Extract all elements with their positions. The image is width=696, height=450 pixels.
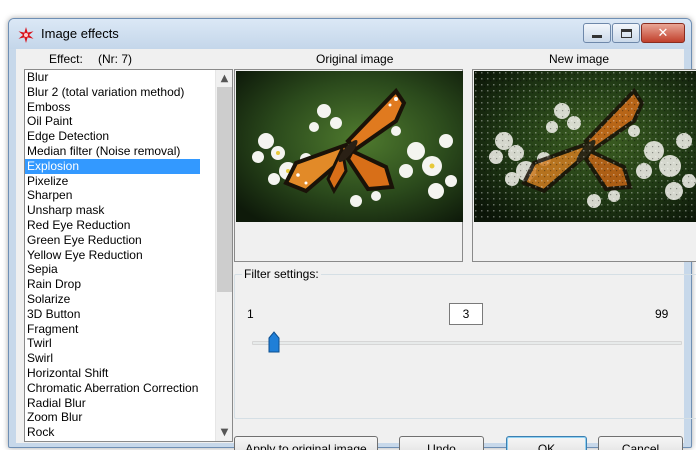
window-title: Image effects <box>41 26 119 41</box>
scroll-up-icon[interactable]: ▲ <box>216 70 232 87</box>
list-item[interactable]: Oil Paint <box>25 114 200 129</box>
list-item[interactable]: Green Eye Reduction <box>25 233 200 248</box>
apply-to-original-button[interactable]: Apply to original image <box>234 436 378 450</box>
cancel-button[interactable]: Cancel <box>598 436 683 450</box>
list-item[interactable]: Yellow Eye Reduction <box>25 248 200 263</box>
ok-button[interactable]: OK <box>506 436 587 450</box>
list-item[interactable]: Solarize <box>25 292 200 307</box>
effect-number: (Nr: 7) <box>98 52 132 66</box>
list-item[interactable]: Unsharp mask <box>25 203 200 218</box>
list-item[interactable]: Red Eye Reduction <box>25 218 200 233</box>
list-item[interactable]: Horizontal Shift <box>25 366 200 381</box>
list-item[interactable]: Zoom Blur <box>25 410 200 425</box>
scrollbar-thumb[interactable] <box>217 87 232 292</box>
filter-slider-track[interactable] <box>252 341 682 345</box>
list-item[interactable]: Explosion <box>25 158 200 174</box>
close-button[interactable]: ✕ <box>641 23 685 43</box>
filter-settings-label: Filter settings: <box>242 267 321 281</box>
list-item[interactable]: Fragment <box>25 322 200 337</box>
new-exploded-image <box>474 71 696 222</box>
list-item[interactable]: Emboss <box>25 100 200 115</box>
filter-value-field[interactable]: 3 <box>449 303 483 325</box>
new-image-frame <box>472 69 696 262</box>
dialog-client-area: Effect: (Nr: 7) Original image New image… <box>16 49 696 450</box>
list-item[interactable]: Rock <box>25 425 200 440</box>
scroll-down-icon[interactable]: ▼ <box>216 424 232 441</box>
red-star-icon <box>18 27 34 43</box>
list-item[interactable]: Chromatic Aberration Correction <box>25 381 200 396</box>
minimize-button[interactable] <box>583 23 611 43</box>
title-bar[interactable]: Image effects ✕ <box>9 19 691 49</box>
new-image-label: New image <box>549 52 610 66</box>
slider-max-label: 99 <box>655 307 669 321</box>
list-item[interactable]: Blur 2 (total variation method) <box>25 85 200 100</box>
original-image-frame <box>234 69 463 262</box>
effects-list: Blur Blur 2 (total variation method) Embos… <box>25 70 200 440</box>
undo-button[interactable]: Undo <box>399 436 484 450</box>
list-item[interactable]: Median filter (Noise removal) <box>25 144 200 159</box>
list-item[interactable]: Rain Drop <box>25 277 200 292</box>
list-item[interactable]: Sepia <box>25 262 200 277</box>
slider-min-label: 1 <box>247 307 254 321</box>
list-item[interactable]: Pixelize <box>25 174 200 189</box>
list-item[interactable]: Sharpen <box>25 188 200 203</box>
vertical-scrollbar[interactable]: ▲ ▼ <box>215 70 232 441</box>
effect-label: Effect: <box>49 52 83 66</box>
list-item[interactable]: 3D Button <box>25 307 200 322</box>
list-item[interactable]: Twirl <box>25 336 200 351</box>
list-item[interactable]: Radial Blur <box>25 396 200 411</box>
effects-listbox[interactable]: Blur Blur 2 (total variation method) Embos… <box>24 69 233 442</box>
close-icon: ✕ <box>657 25 669 41</box>
list-item[interactable]: Blur <box>25 70 200 85</box>
filter-settings-group <box>234 274 696 419</box>
image-effects-window: Image effects ✕ Effect: (Nr: 7) Original… <box>8 18 696 450</box>
filter-slider-thumb[interactable] <box>268 331 280 353</box>
maximize-button[interactable] <box>612 23 640 43</box>
original-image-label: Original image <box>316 52 394 66</box>
minimize-icon <box>592 35 602 38</box>
original-butterfly-image <box>236 71 463 222</box>
list-item[interactable]: Edge Detection <box>25 129 200 144</box>
list-item[interactable]: Swirl <box>25 351 200 366</box>
maximize-icon <box>620 28 632 38</box>
